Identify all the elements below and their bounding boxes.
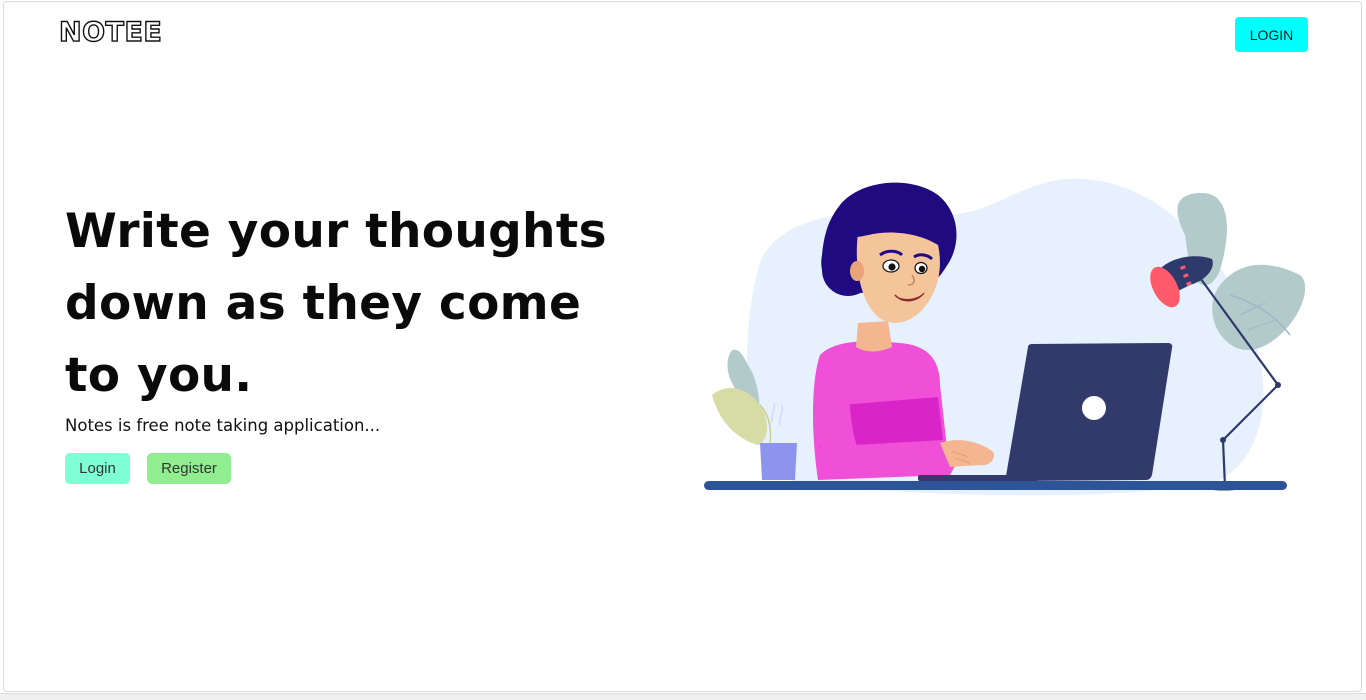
hero-subtitle: Notes is free note taking application... bbox=[65, 416, 381, 435]
hero-login-button[interactable]: Login bbox=[65, 453, 130, 484]
woman-typing-on-laptop-illustration bbox=[704, 178, 1306, 496]
header-login-button[interactable]: LOGIN bbox=[1235, 17, 1308, 52]
hero-title: Write your thoughts down as they come to… bbox=[65, 204, 607, 403]
desk-icon bbox=[704, 481, 1287, 490]
hero-register-button[interactable]: Register bbox=[147, 453, 231, 484]
brand-logo[interactable]: NOTEE bbox=[58, 16, 162, 50]
